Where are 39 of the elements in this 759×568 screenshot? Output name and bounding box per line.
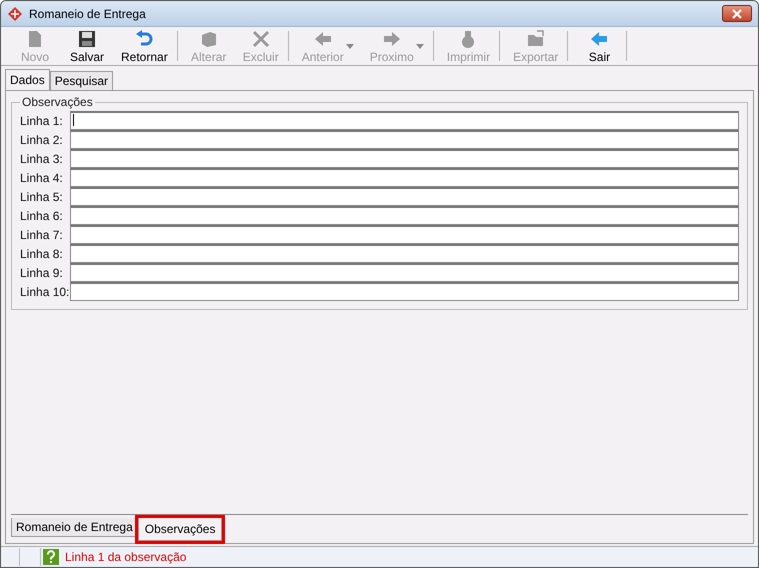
field-label: Linha 4: [20, 170, 64, 184]
field-label: Linha 2: [20, 132, 64, 146]
close-icon [731, 8, 743, 18]
open-folder-icon [526, 28, 546, 48]
tab[interactable]: Pesquisar [50, 71, 114, 90]
status-message: Linha 1 da observação [64, 550, 186, 564]
toolbar-button[interactable]: Sair [571, 27, 624, 65]
app-logo-icon [7, 6, 23, 22]
tab[interactable]: Dados [5, 69, 50, 90]
curved-arrow-icon [134, 28, 154, 48]
caret-icon[interactable] [346, 44, 354, 49]
field-label: Linha 7: [20, 228, 64, 242]
input-field[interactable] [70, 130, 739, 149]
toolbar-button[interactable]: Salvar [59, 27, 111, 65]
field-label: Linha 1: [20, 114, 64, 128]
field-label: Linha 5: [20, 190, 64, 204]
caret-icon[interactable] [416, 44, 424, 49]
input-field[interactable] [70, 282, 739, 301]
tab[interactable]: Romaneio de Entrega [11, 518, 138, 537]
help-icon [43, 549, 59, 565]
input-field[interactable] [70, 225, 739, 244]
field-label: Linha 8: [20, 246, 64, 260]
close-button[interactable] [722, 5, 752, 22]
x-icon [250, 28, 271, 48]
window-title: Romaneio de Entrega [29, 6, 147, 20]
field-label: Linha 9: [20, 266, 64, 280]
group-title: Observações [21, 95, 94, 109]
input-field[interactable] [70, 149, 739, 168]
input-field[interactable] [70, 244, 739, 263]
input-field[interactable] [70, 111, 739, 130]
input-field[interactable] [70, 187, 739, 206]
input-field[interactable] [70, 206, 739, 225]
field-label: Linha 10: [20, 284, 70, 298]
field-label: Linha 3: [20, 152, 64, 166]
input-field[interactable] [70, 263, 739, 282]
input-field[interactable] [70, 168, 739, 187]
tab[interactable]: Observações [138, 518, 222, 541]
toolbar-button[interactable]: Retornar [111, 27, 174, 65]
field-label: Linha 6: [20, 208, 64, 222]
